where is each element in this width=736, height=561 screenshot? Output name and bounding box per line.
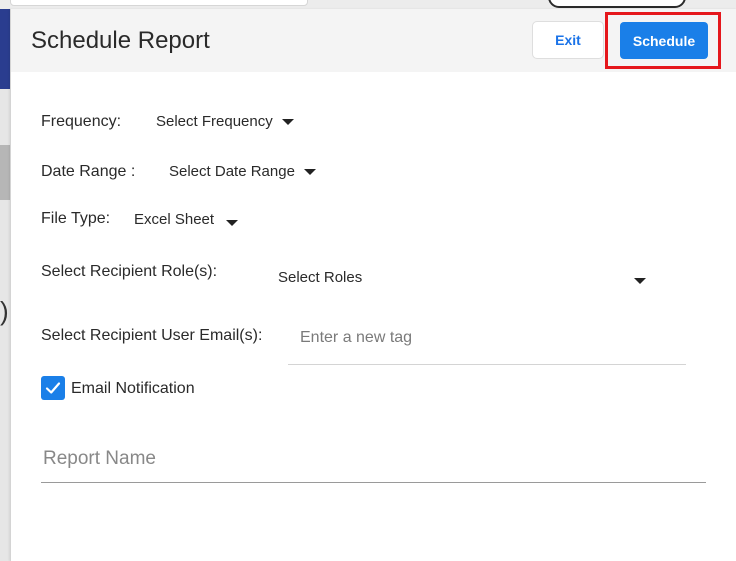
frequency-select[interactable]: Select Frequency — [156, 113, 294, 130]
background-input — [10, 0, 308, 6]
background-pill-button — [548, 0, 686, 8]
checkmark-icon — [45, 382, 61, 394]
frequency-value: Select Frequency — [156, 113, 273, 130]
email-notification-label: Email Notification — [71, 380, 195, 397]
dialog-header: Schedule Report Exit Schedule — [11, 9, 736, 72]
recipient-roles-label: Select Recipient Role(s): — [41, 263, 218, 280]
background-page-left — [0, 9, 10, 561]
recipient-emails-label: Select Recipient User Email(s): — [41, 327, 263, 344]
recipient-emails-input[interactable] — [298, 325, 682, 351]
report-name-input[interactable] — [41, 445, 705, 473]
schedule-report-dialog: Schedule Report Exit Schedule Frequency:… — [10, 9, 736, 561]
file-type-value: Excel Sheet — [134, 211, 215, 228]
report-name-field — [41, 437, 706, 483]
chevron-down-icon — [281, 118, 294, 125]
chevron-down-icon — [303, 168, 316, 175]
background-nav-bar — [0, 9, 10, 89]
frequency-label: Frequency: — [41, 113, 122, 130]
email-notification-checkbox[interactable] — [41, 376, 65, 400]
recipient-emails-tag-field — [288, 321, 686, 365]
schedule-button[interactable]: Schedule — [620, 22, 708, 59]
dialog-title: Schedule Report — [31, 27, 210, 54]
recipient-roles-select[interactable]: Select Roles — [278, 269, 646, 286]
background-text-fragment: ) — [0, 296, 9, 326]
date-range-select[interactable]: Select Date Range — [169, 163, 316, 180]
chevron-down-icon — [634, 277, 646, 284]
chevron-down-icon — [226, 219, 239, 226]
file-type-select[interactable]: Excel Sheet — [134, 211, 239, 228]
file-type-label: File Type: — [41, 210, 111, 227]
background-block — [0, 145, 10, 200]
recipient-roles-value: Select Roles — [278, 269, 363, 286]
date-range-value: Select Date Range — [169, 163, 295, 180]
date-range-label: Date Range : — [41, 163, 136, 180]
exit-button[interactable]: Exit — [532, 21, 604, 59]
